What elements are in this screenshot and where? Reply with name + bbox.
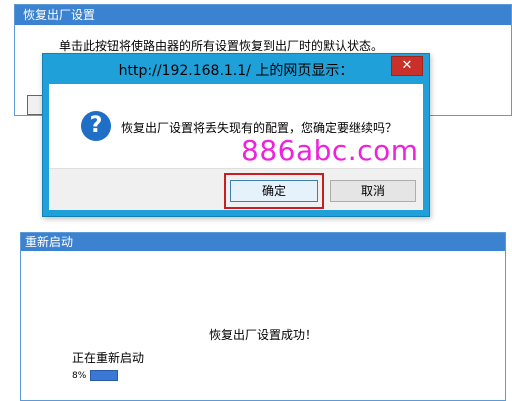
close-icon[interactable]: ✕: [391, 56, 423, 76]
question-icon: ?: [81, 111, 111, 141]
reset-success-message: 恢复出厂设置成功！: [209, 328, 318, 342]
dialog-title: http://192.168.1.1/ 上的网页显示：: [118, 63, 354, 79]
factory-reset-description: 单击此按钮将使路由器的所有设置恢复到出厂时的默认状态。: [59, 39, 384, 53]
ok-button[interactable]: 确定: [230, 180, 318, 202]
dialog-titlebar[interactable]: http://192.168.1.1/ 上的网页显示： ✕: [43, 54, 429, 84]
restart-panel-title: 重新启动: [21, 233, 505, 251]
restart-progress-bar: [90, 370, 118, 381]
cancel-button[interactable]: 取消: [330, 180, 416, 202]
restart-progress-fill: [91, 371, 117, 380]
confirm-dialog: http://192.168.1.1/ 上的网页显示： ✕ ? 恢复出厂设置将丢…: [42, 53, 430, 217]
restart-progress-percent: 8%: [72, 371, 87, 381]
restart-panel: 重新启动 恢复出厂设置成功！ 正在重新启动 8%: [20, 232, 506, 401]
watermark-text: 886abc.com: [241, 134, 419, 167]
restart-status-label: 正在重新启动: [72, 351, 145, 365]
factory-reset-panel-title: 恢复出厂设置: [15, 5, 511, 25]
